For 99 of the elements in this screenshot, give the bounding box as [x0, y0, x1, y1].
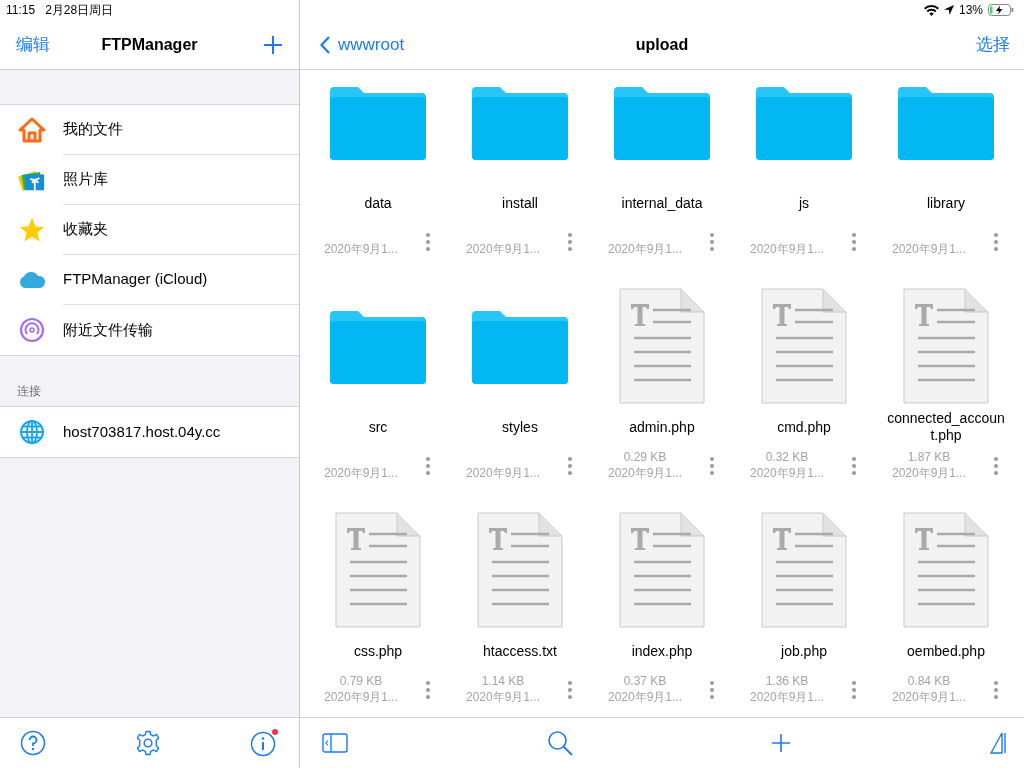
file-date: 2020年9月1... [323, 689, 398, 705]
more-icon[interactable] [710, 457, 714, 475]
file-date: 2020年9月1... [607, 689, 682, 705]
file-name[interactable]: internal_data [600, 194, 724, 212]
file-date: 2020年9月1... [891, 241, 966, 257]
add-icon[interactable] [263, 34, 283, 55]
file-date: 2020年9月1... [465, 241, 540, 257]
folder-icon[interactable] [472, 84, 568, 160]
document-icon[interactable] [619, 512, 705, 628]
more-icon[interactable] [852, 233, 856, 251]
select-button[interactable]: 选择 [976, 31, 1010, 58]
file-date: 2020年9月1... [323, 241, 398, 257]
file-name[interactable]: data [316, 194, 440, 212]
globe-icon [19, 419, 45, 445]
file-name[interactable]: htaccess.txt [458, 642, 582, 660]
file-date: 2020年9月1... [465, 465, 540, 481]
file-name[interactable]: connected_account.php [884, 410, 1008, 444]
star-icon [19, 217, 45, 243]
file-date: 2020年9月1... [607, 241, 682, 257]
more-icon[interactable] [568, 233, 572, 251]
document-icon[interactable] [477, 512, 563, 628]
file-date: 2020年9月1... [465, 689, 540, 705]
folder-icon[interactable] [898, 84, 994, 160]
file-size: 0.84 KB [907, 673, 951, 689]
nav-title: FTPManager [101, 35, 198, 53]
file-date: 2020年9月1... [749, 689, 824, 705]
info-icon[interactable] [250, 729, 279, 757]
more-icon[interactable] [568, 457, 572, 475]
file-size: 1.36 KB [765, 673, 809, 689]
file-size: 0.29 KB [623, 449, 667, 465]
more-icon[interactable] [994, 681, 998, 699]
folder-icon[interactable] [614, 84, 710, 160]
folder-icon[interactable] [330, 308, 426, 384]
file-date: 2020年9月1... [891, 465, 966, 481]
more-icon[interactable] [426, 457, 430, 475]
sidebar-item[interactable]: 照片库 [0, 155, 299, 205]
file-date: 2020年9月1... [323, 465, 398, 481]
document-icon[interactable] [335, 512, 421, 628]
file-name[interactable]: job.php [742, 642, 866, 660]
file-date: 2020年9月1... [607, 465, 682, 481]
folder-icon[interactable] [330, 84, 426, 160]
sidebar-item[interactable]: 我的文件 [0, 105, 299, 155]
back-button[interactable]: wwwroot [320, 31, 405, 58]
more-icon[interactable] [710, 233, 714, 251]
more-icon[interactable] [994, 233, 998, 251]
more-icon[interactable] [426, 233, 430, 251]
file-name[interactable]: admin.php [600, 418, 724, 436]
nav-title: upload [635, 35, 689, 53]
sidebar-toggle-icon[interactable] [322, 733, 348, 753]
file-size: 0.79 KB [339, 673, 383, 689]
document-icon[interactable] [761, 288, 847, 404]
add-icon[interactable] [771, 733, 792, 753]
sidebar-item[interactable]: FTPManager (iCloud) [0, 255, 299, 305]
folder-icon[interactable] [472, 308, 568, 384]
more-icon[interactable] [568, 681, 572, 699]
status-time: 11:15 [6, 2, 36, 19]
file-name[interactable]: js [742, 194, 866, 212]
battery-icon [988, 4, 1014, 16]
home-icon [18, 117, 46, 143]
file-name[interactable]: oembed.php [884, 642, 1008, 660]
sidebar-item[interactable]: 附近文件传输 [0, 305, 299, 355]
folder-icon[interactable] [756, 84, 852, 160]
file-name[interactable]: cmd.php [742, 418, 866, 436]
chevron-left-icon [320, 35, 330, 54]
file-size: 1.14 KB [481, 673, 525, 689]
section-header: 连接 [16, 383, 42, 400]
more-icon[interactable] [852, 681, 856, 699]
cloud-icon [18, 271, 46, 289]
more-icon[interactable] [852, 457, 856, 475]
file-name[interactable]: library [884, 194, 1008, 212]
file-name[interactable]: index.php [600, 642, 724, 660]
connection-item[interactable]: host703817.host.04y.cc [0, 407, 299, 457]
broadcast-icon [19, 317, 45, 343]
file-date: 2020年9月1... [891, 689, 966, 705]
file-name[interactable]: css.php [316, 642, 440, 660]
file-name[interactable]: install [458, 194, 582, 212]
battery-percent: 13% [958, 2, 983, 19]
file-name[interactable]: src [316, 418, 440, 436]
document-icon[interactable] [761, 512, 847, 628]
file-date: 2020年9月1... [749, 465, 824, 481]
more-icon[interactable] [710, 681, 714, 699]
file-size: 0.32 KB [765, 449, 809, 465]
file-name[interactable]: styles [458, 418, 582, 436]
edit-button[interactable]: 编辑 [16, 31, 50, 58]
more-icon[interactable] [994, 457, 998, 475]
status-date: 2月28日周日 [45, 2, 114, 19]
location-arrow-icon [943, 5, 954, 15]
document-icon[interactable] [903, 288, 989, 404]
document-icon[interactable] [903, 512, 989, 628]
wifi-icon [923, 4, 939, 16]
help-icon[interactable] [20, 730, 46, 756]
more-icon[interactable] [426, 681, 430, 699]
sidebar-item[interactable]: 收藏夹 [0, 205, 299, 255]
search-icon[interactable] [546, 730, 573, 756]
file-date: 2020年9月1... [749, 241, 824, 257]
file-size: 1.87 KB [907, 449, 951, 465]
settings-icon[interactable] [135, 730, 161, 756]
document-icon[interactable] [619, 288, 705, 404]
file-size: 0.37 KB [623, 673, 667, 689]
